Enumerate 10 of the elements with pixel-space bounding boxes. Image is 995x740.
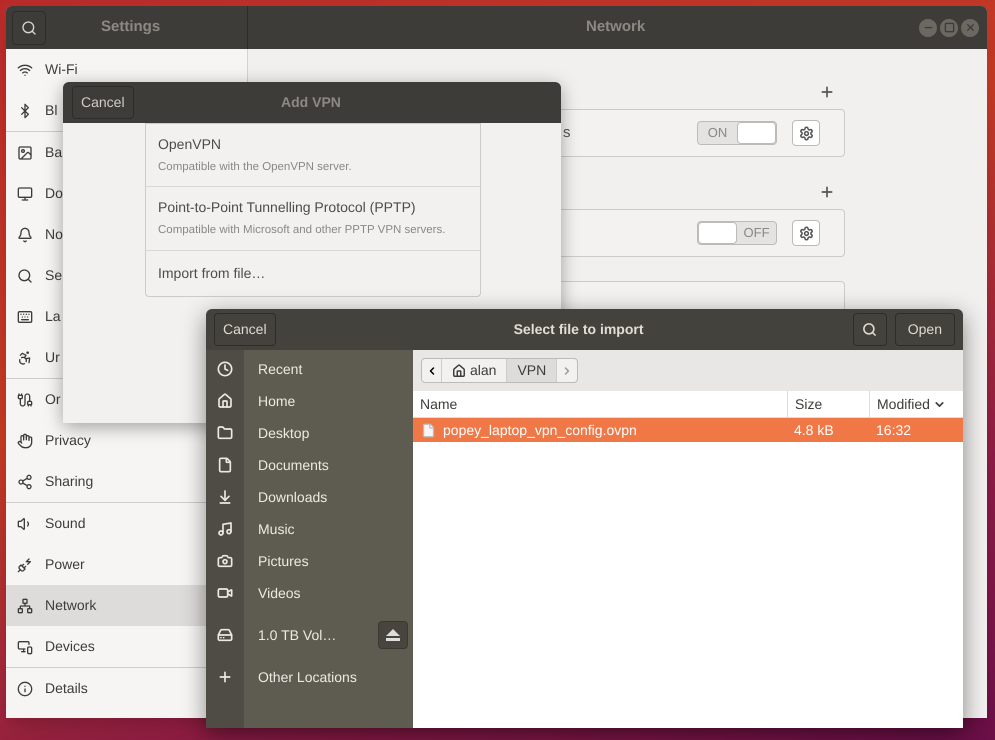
option-description: Compatible with Microsoft and other PPTP VPN servers. <box>158 223 446 238</box>
option-title: Point-to-Point Tunnelling Protocol (PPTP) <box>158 198 417 218</box>
sidebar-title: Settings <box>101 17 160 38</box>
option-title: Import from file… <box>158 264 266 283</box>
connection-label: s <box>563 122 570 143</box>
window-title: Network <box>586 17 646 38</box>
dialog-title: Add VPN <box>281 93 341 112</box>
option-title: OpenVPN <box>158 135 222 154</box>
dialog-title: Select file to import <box>514 320 644 339</box>
option-description: Compatible with the OpenVPN server. <box>158 160 353 175</box>
